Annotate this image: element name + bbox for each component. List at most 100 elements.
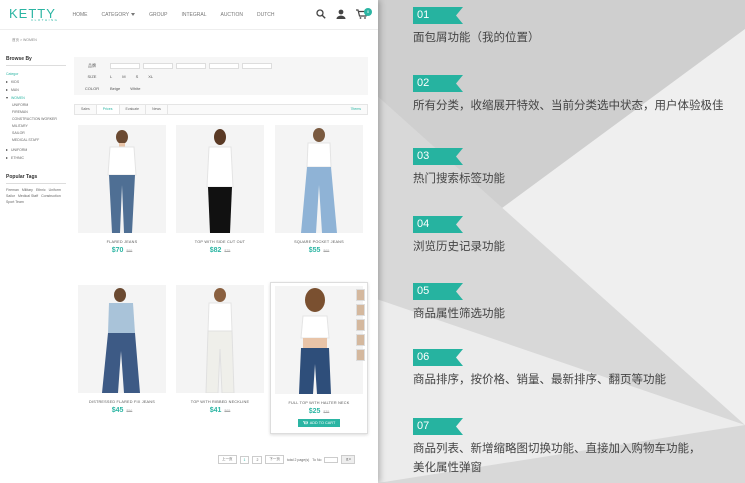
- header-icons: 0: [316, 8, 372, 19]
- sidebar-item-kids[interactable]: KIDS: [6, 78, 66, 86]
- filter-row-brand: 品牌: [74, 61, 275, 70]
- sidebar-subitem-fireman[interactable]: FIREMAN: [6, 109, 66, 116]
- feature-text: 所有分类，收缩展开特效、当前分类选中状态，用户体验极佳: [413, 100, 724, 112]
- brand-option[interactable]: [143, 62, 173, 69]
- price-old: $75: [224, 249, 231, 253]
- nav-dutch[interactable]: DUTCH: [257, 12, 275, 18]
- tag[interactable]: Uniform: [49, 188, 61, 192]
- nav-integral[interactable]: INTEGRAL: [181, 12, 206, 18]
- category-label[interactable]: Categor: [6, 70, 66, 78]
- tag-cloud: Fireman Military Ethnic Uniform Sailor M…: [6, 188, 62, 204]
- tag[interactable]: Medical Staff: [18, 194, 38, 198]
- next-page-button[interactable]: 下一页: [265, 455, 284, 464]
- product-price: $45 $56: [77, 407, 167, 414]
- product-image[interactable]: [78, 125, 166, 233]
- go-button[interactable]: ｇo: [341, 455, 355, 464]
- sidebar-subitem-medical[interactable]: MEDICAL STAFF: [6, 137, 66, 144]
- price-current: $41: [209, 407, 222, 414]
- product-price: $55 $65: [274, 247, 364, 254]
- sort-news[interactable]: News: [146, 105, 168, 114]
- tag[interactable]: Military: [22, 188, 33, 192]
- thumbnail[interactable]: [356, 319, 365, 331]
- tag[interactable]: Fireman: [6, 188, 19, 192]
- page-number-input[interactable]: [324, 456, 339, 463]
- search-icon[interactable]: [316, 9, 326, 19]
- sidebar: Browse By Categor KIDS MAN WOMEN UNIFORM…: [6, 56, 66, 204]
- sidebar-item-women[interactable]: WOMEN: [6, 94, 66, 102]
- sort-evaluate[interactable]: Evaluate: [120, 105, 147, 114]
- nav-home[interactable]: HOME: [73, 12, 88, 18]
- chevron-down-icon: [131, 13, 136, 16]
- brand-option[interactable]: [176, 62, 206, 69]
- size-option[interactable]: M: [122, 74, 125, 79]
- page-2-button[interactable]: 2: [252, 455, 263, 464]
- size-option[interactable]: L: [110, 74, 112, 79]
- feature-text: 商品属性筛选功能: [413, 308, 505, 320]
- feature-number: 05: [413, 283, 463, 300]
- add-to-cart-button[interactable]: ADD TO CART: [297, 419, 341, 427]
- product-card-hover[interactable]: FULL TOP WITH HALTER NECK $25 $35 ADD TO …: [270, 282, 368, 434]
- thumbnail[interactable]: [356, 289, 365, 301]
- site-header: KETTY CLOTHING HOME CATEGORY GROUP INTEG…: [0, 0, 378, 30]
- cart-icon: [302, 421, 308, 425]
- logo-subtext: CLOTHING: [31, 18, 59, 22]
- product-image[interactable]: [275, 286, 363, 394]
- sidebar-subitem-military[interactable]: MILITARY: [6, 123, 66, 130]
- thumbnail[interactable]: [356, 334, 365, 346]
- product-card[interactable]: DISTRESSED FLARED FIX JEANS $45 $56: [77, 285, 167, 414]
- product-card[interactable]: FLARED JEANS $70 $95: [77, 125, 167, 254]
- browse-title: Browse By: [6, 56, 66, 66]
- product-card[interactable]: TOP WITH RIBBED NECKLINE $41 $65: [175, 285, 265, 414]
- sidebar-subitem-sailor[interactable]: SAILOR: [6, 130, 66, 137]
- feature-number: 07: [413, 418, 463, 435]
- color-option[interactable]: White: [130, 86, 140, 91]
- thumbnail-strip: [356, 289, 365, 361]
- tag[interactable]: Sailor: [6, 194, 15, 198]
- sort-prices[interactable]: Prices: [96, 105, 120, 114]
- brand-option[interactable]: [209, 62, 239, 69]
- brand-option[interactable]: [110, 62, 140, 69]
- breadcrumb[interactable]: 首页 > WOMEN: [12, 38, 37, 43]
- sidebar-item-label: UNIFORM: [11, 148, 28, 152]
- nav-category[interactable]: CATEGORY: [102, 12, 136, 18]
- sidebar-subitem-construction[interactable]: CONSTRUCTION WORKER: [6, 116, 66, 123]
- product-card[interactable]: TOP WITH SIDE CUT OUT $82 $75: [175, 125, 265, 254]
- tag[interactable]: Construction: [41, 194, 61, 198]
- product-image[interactable]: [176, 285, 264, 394]
- feature-text: 浏览历史记录功能: [413, 241, 505, 253]
- feature-text: 商品排序，按价格、销量、最新排序、翻页等功能: [413, 374, 666, 386]
- color-option[interactable]: Beige: [110, 86, 120, 91]
- feature-02: 02 所有分类，收缩展开特效、当前分类选中状态，用户体验极佳: [413, 75, 724, 115]
- storefront-screenshot: KETTY CLOTHING HOME CATEGORY GROUP INTEG…: [0, 0, 378, 483]
- feature-text: 热门搜索标签功能: [413, 173, 505, 185]
- sidebar-item-uniform[interactable]: UNIFORM: [6, 146, 66, 154]
- product-image[interactable]: [176, 125, 264, 233]
- thumbnail[interactable]: [356, 349, 365, 361]
- feature-number: 06: [413, 349, 463, 366]
- feature-01: 01 面包屑功能（我的位置）: [413, 7, 540, 47]
- page-1-button[interactable]: 1: [239, 455, 250, 464]
- tag[interactable]: Sport Team: [6, 200, 24, 204]
- nav-group[interactable]: GROUP: [149, 12, 167, 18]
- feature-number: 04: [413, 216, 463, 233]
- sort-sales[interactable]: Sales: [75, 105, 97, 114]
- main-nav: HOME CATEGORY GROUP INTEGRAL AUCTION DUT…: [73, 12, 275, 18]
- product-image[interactable]: [275, 125, 363, 233]
- logo[interactable]: KETTY CLOTHING: [9, 7, 59, 22]
- sidebar-subitem-uniform[interactable]: UNIFORM: [6, 102, 66, 109]
- tag[interactable]: Ethnic: [36, 188, 46, 192]
- brand-option[interactable]: [242, 62, 272, 69]
- product-price: $82 $75: [175, 247, 265, 254]
- goto-label: To No: [312, 457, 322, 462]
- caret-right-icon: [6, 89, 8, 91]
- nav-auction[interactable]: AUCTION: [220, 12, 243, 18]
- sidebar-item-ethnic[interactable]: ETHNIC: [6, 154, 66, 162]
- size-option[interactable]: S: [136, 74, 139, 79]
- thumbnail[interactable]: [356, 304, 365, 316]
- user-icon[interactable]: [336, 9, 346, 19]
- size-option[interactable]: XL: [148, 74, 153, 79]
- product-card[interactable]: SQUARE POCKET JEANS $55 $65: [274, 125, 364, 254]
- prev-page-button[interactable]: 上一页: [218, 455, 237, 464]
- sidebar-item-man[interactable]: MAN: [6, 86, 66, 94]
- product-image[interactable]: [78, 285, 166, 393]
